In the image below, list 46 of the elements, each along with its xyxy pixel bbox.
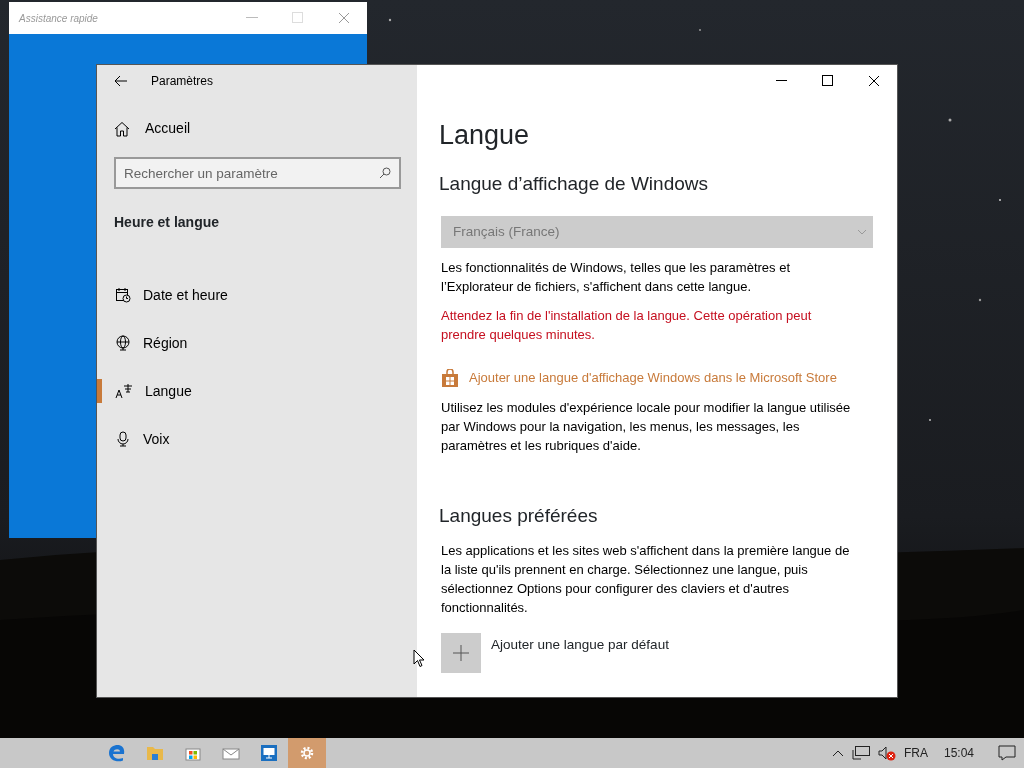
clock[interactable]: 15:04 — [943, 744, 974, 762]
globe-icon — [115, 335, 131, 351]
page-title: Langue — [439, 119, 531, 152]
monitor-icon — [260, 744, 278, 762]
plus-icon — [453, 645, 469, 662]
description-text: Les fonctionnalités de Windows, telles que les paramètres et l’Explorateur de fichiers, s'affichent dans cette langue. — [441, 259, 792, 297]
language-icon — [115, 383, 133, 399]
maximize-icon — [822, 75, 834, 87]
chevron-up-icon[interactable] — [831, 749, 844, 757]
minimize-icon — [246, 17, 258, 19]
maximize-icon — [292, 12, 304, 24]
nav-item[interactable]: Région — [97, 331, 417, 355]
window-title: Assistance rapide — [19, 11, 98, 26]
nav-item[interactable]: Voix — [97, 427, 417, 451]
muted-speaker-icon[interactable] — [877, 745, 896, 761]
search-field[interactable]: Rechercher un paramètre — [114, 157, 401, 189]
minimize-icon — [776, 80, 788, 82]
network-icon[interactable] — [851, 746, 870, 760]
add-language-label: Ajouter une langue par défaut — [491, 636, 669, 655]
section-heading: Langue d’affichage de Windows — [439, 173, 709, 197]
warning-text: Attendez la fin de l'installation de la langue. Cette opération peut prendre quelques minutes. — [441, 307, 813, 345]
close-icon — [868, 75, 880, 87]
home-link[interactable]: Accueil — [114, 118, 417, 139]
folder-icon — [146, 745, 164, 761]
section-heading: Heure et langue — [114, 213, 221, 232]
microphone-icon — [115, 431, 131, 447]
close-icon — [338, 12, 350, 24]
settings-icon — [299, 745, 315, 761]
section-heading: Langues préférées — [439, 504, 599, 528]
back-arrow-icon — [114, 75, 128, 87]
search-icon — [379, 167, 391, 179]
language-indicator[interactable]: FRA — [903, 744, 928, 762]
chevron-down-icon — [857, 229, 867, 236]
browser-icon — [108, 744, 126, 762]
window-title: Paramètres — [151, 73, 214, 90]
mail-icon — [222, 746, 240, 760]
description-text: Les applications et les sites web s'affichent dans la première langue de la liste qu'ils prennent en charge. Sélectionnez une langue, puis sélectionnez Options pour configurer des claviers et d'autres fonctionnalités. — [441, 542, 851, 618]
shopping-bag-icon — [441, 368, 459, 387]
nav-item[interactable]: Date et heure — [97, 283, 417, 307]
store-bag-icon — [185, 745, 201, 761]
taskbar-button[interactable] — [288, 738, 326, 768]
calendar-clock-icon — [115, 287, 131, 303]
notification-icon[interactable] — [998, 745, 1016, 761]
description-text: Utilisez les modules d'expérience locale pour modifier la langue utilisée par Windows pour la navigation, les menus, les messages, les paramètres et les rubriques d'aide. — [441, 398, 852, 455]
add-button[interactable] — [441, 633, 481, 674]
home-icon — [114, 120, 130, 137]
